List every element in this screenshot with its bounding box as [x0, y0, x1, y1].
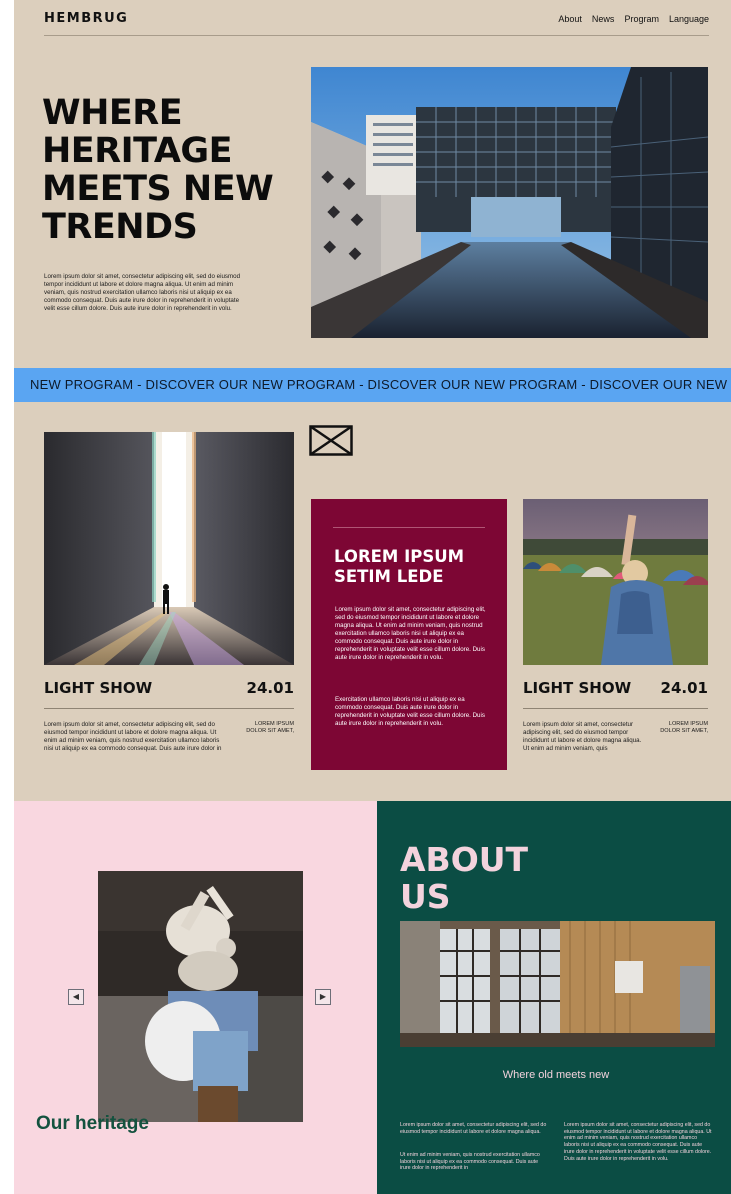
about-text-col2: Lorem ipsum dolor sit amet, consectetur …	[564, 1122, 712, 1162]
event-divider	[523, 708, 708, 709]
event-text: Lorem ipsum dolor sit amet, consectetur …	[44, 721, 222, 752]
promo-text-2: Exercitation ullamco laboris nisi ut ali…	[335, 696, 485, 727]
about-subtitle: Where old meets new	[502, 1069, 610, 1081]
event-title[interactable]: LIGHT SHOW	[523, 679, 631, 697]
heritage-prev-button[interactable]: ◀	[68, 989, 84, 1005]
arrow-right-icon: ▶	[319, 992, 327, 1001]
event-side-label: LOREM IPSUM DOLOR SIT AMET,	[246, 721, 294, 734]
event-date: 24.01	[660, 679, 708, 697]
main-nav: About News Program Language	[558, 14, 709, 24]
event-title[interactable]: LIGHT SHOW	[44, 679, 152, 697]
promo-title: LOREM IPSUM SETIM LEDE	[334, 547, 465, 586]
heritage-image[interactable]	[98, 871, 303, 1122]
nav-item-program[interactable]: Program	[624, 14, 659, 24]
nav-item-language[interactable]: Language	[669, 14, 709, 24]
festival-image[interactable]	[523, 499, 708, 665]
event-divider	[44, 708, 294, 709]
hero-title: WHERE HERITAGE MEETS NEW TRENDS	[42, 93, 274, 247]
site-logo[interactable]: HEMBRUG	[44, 11, 128, 26]
event-date: 24.01	[246, 679, 294, 697]
page: HEMBRUG About News Program Language WHER…	[14, 0, 731, 1194]
about-text-col1b: Ut enim ad minim veniam, quis nostrud ex…	[400, 1152, 540, 1172]
promo-divider	[333, 527, 485, 528]
ticker-text: NEW PROGRAM - DISCOVER OUR NEW PROGRAM -…	[30, 377, 731, 392]
hero-text: Lorem ipsum dolor sit amet, consectetur …	[44, 273, 241, 312]
program-ticker[interactable]: NEW PROGRAM - DISCOVER OUR NEW PROGRAM -…	[14, 368, 731, 402]
hero-image	[311, 67, 708, 338]
light-show-image[interactable]	[44, 432, 294, 665]
heritage-next-button[interactable]: ▶	[315, 989, 331, 1005]
nav-item-news[interactable]: News	[592, 14, 615, 24]
site-header: HEMBRUG About News Program Language	[44, 0, 709, 36]
about-image	[400, 921, 715, 1047]
about-text-col1: Lorem ipsum dolor sit amet, consectetur …	[400, 1122, 547, 1135]
heritage-title: Our heritage	[36, 1113, 149, 1134]
event-text: Lorem ipsum dolor sit amet, consectetur …	[523, 721, 642, 752]
promo-card[interactable]: LOREM IPSUM SETIM LEDE Lorem ipsum dolor…	[311, 499, 507, 770]
nav-item-about[interactable]: About	[558, 14, 582, 24]
arrow-left-icon: ◀	[72, 992, 80, 1001]
event-side-label: LOREM IPSUM DOLOR SIT AMET,	[660, 721, 708, 734]
promo-text: Lorem ipsum dolor sit amet, consectetur …	[335, 606, 486, 661]
heritage-section: ◀ ▶ Our heritage	[14, 801, 377, 1194]
envelope-icon[interactable]	[309, 425, 353, 456]
about-title: ABOUT US	[400, 840, 529, 916]
about-section: ABOUT US Where old meets new Lorem ipsum…	[377, 801, 731, 1194]
